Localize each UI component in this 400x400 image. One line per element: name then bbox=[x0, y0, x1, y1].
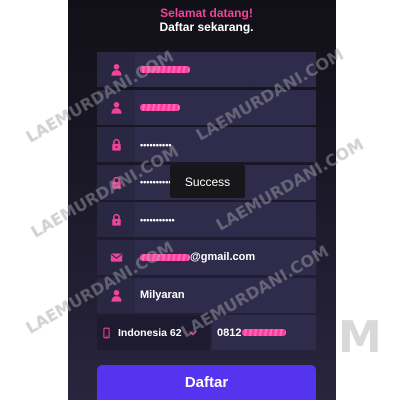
transaction-password-input[interactable]: ••••••••••• bbox=[135, 202, 316, 238]
full-name-icon-box bbox=[97, 52, 135, 87]
register-subtitle: Daftar sekarang. bbox=[159, 20, 254, 34]
country-code-label: Indonesia 62 bbox=[118, 326, 182, 339]
register-button[interactable]: Daftar bbox=[97, 365, 316, 400]
username-field bbox=[97, 89, 316, 125]
phone-number-value: 0812 bbox=[217, 326, 242, 339]
email-value: @gmail.com bbox=[190, 251, 256, 264]
app-screen: Selamat datang! Daftar sekarang. •••••••… bbox=[68, 0, 336, 400]
confirm-password-value: •••••••••• bbox=[140, 177, 172, 188]
user-icon bbox=[110, 289, 122, 302]
redaction-mark bbox=[140, 66, 190, 73]
email-icon-box bbox=[97, 239, 135, 275]
transaction-password-field: ••••••••••• bbox=[97, 202, 316, 238]
redaction-mark bbox=[140, 253, 190, 261]
referral-field: Milyaran bbox=[97, 277, 316, 313]
full-name-field bbox=[97, 52, 316, 87]
welcome-header: Selamat datang! Daftar sekarang. bbox=[97, 6, 316, 35]
user-icon bbox=[110, 63, 122, 76]
redaction-mark bbox=[242, 329, 287, 337]
redaction-mark bbox=[140, 103, 180, 111]
success-toast: Success bbox=[170, 165, 245, 198]
phone-icon bbox=[102, 327, 110, 338]
password-icon-box bbox=[97, 127, 135, 163]
password-input[interactable]: •••••••••• bbox=[135, 127, 316, 163]
lock-icon bbox=[111, 214, 121, 226]
country-code-select[interactable]: Indonesia 62 bbox=[115, 315, 210, 351]
register-form: •••••••••• •••••••••• ••••••••••• @gmail… bbox=[97, 52, 316, 351]
email-field: @gmail.com bbox=[97, 239, 316, 275]
page: Selamat datang! Daftar sekarang. •••••••… bbox=[0, 0, 400, 400]
welcome-title: Selamat datang! bbox=[160, 6, 253, 20]
toast-message: Success bbox=[184, 174, 231, 189]
lock-icon bbox=[111, 176, 121, 189]
phone-number-input[interactable]: 0812 bbox=[212, 315, 316, 351]
password-field: •••••••••• bbox=[97, 127, 316, 163]
referral-icon-box bbox=[97, 277, 135, 313]
transaction-password-value: ••••••••••• bbox=[140, 214, 175, 225]
referral-value: Milyaran bbox=[140, 289, 185, 302]
watermark-logo: M bbox=[338, 312, 382, 363]
envelope-icon bbox=[110, 253, 122, 262]
transaction-password-icon-box bbox=[97, 202, 135, 238]
chevron-down-icon bbox=[188, 330, 197, 336]
referral-input[interactable]: Milyaran bbox=[135, 277, 316, 313]
password-value: •••••••••• bbox=[140, 139, 172, 150]
username-icon-box bbox=[97, 89, 135, 125]
lock-icon bbox=[111, 139, 121, 151]
full-name-input[interactable] bbox=[135, 52, 316, 87]
email-input[interactable]: @gmail.com bbox=[135, 239, 316, 275]
phone-icon-box bbox=[97, 315, 115, 351]
confirm-password-icon-box bbox=[97, 164, 135, 200]
user-icon bbox=[110, 101, 122, 114]
phone-field: Indonesia 62 0812 bbox=[97, 315, 316, 351]
username-input[interactable] bbox=[135, 89, 316, 125]
